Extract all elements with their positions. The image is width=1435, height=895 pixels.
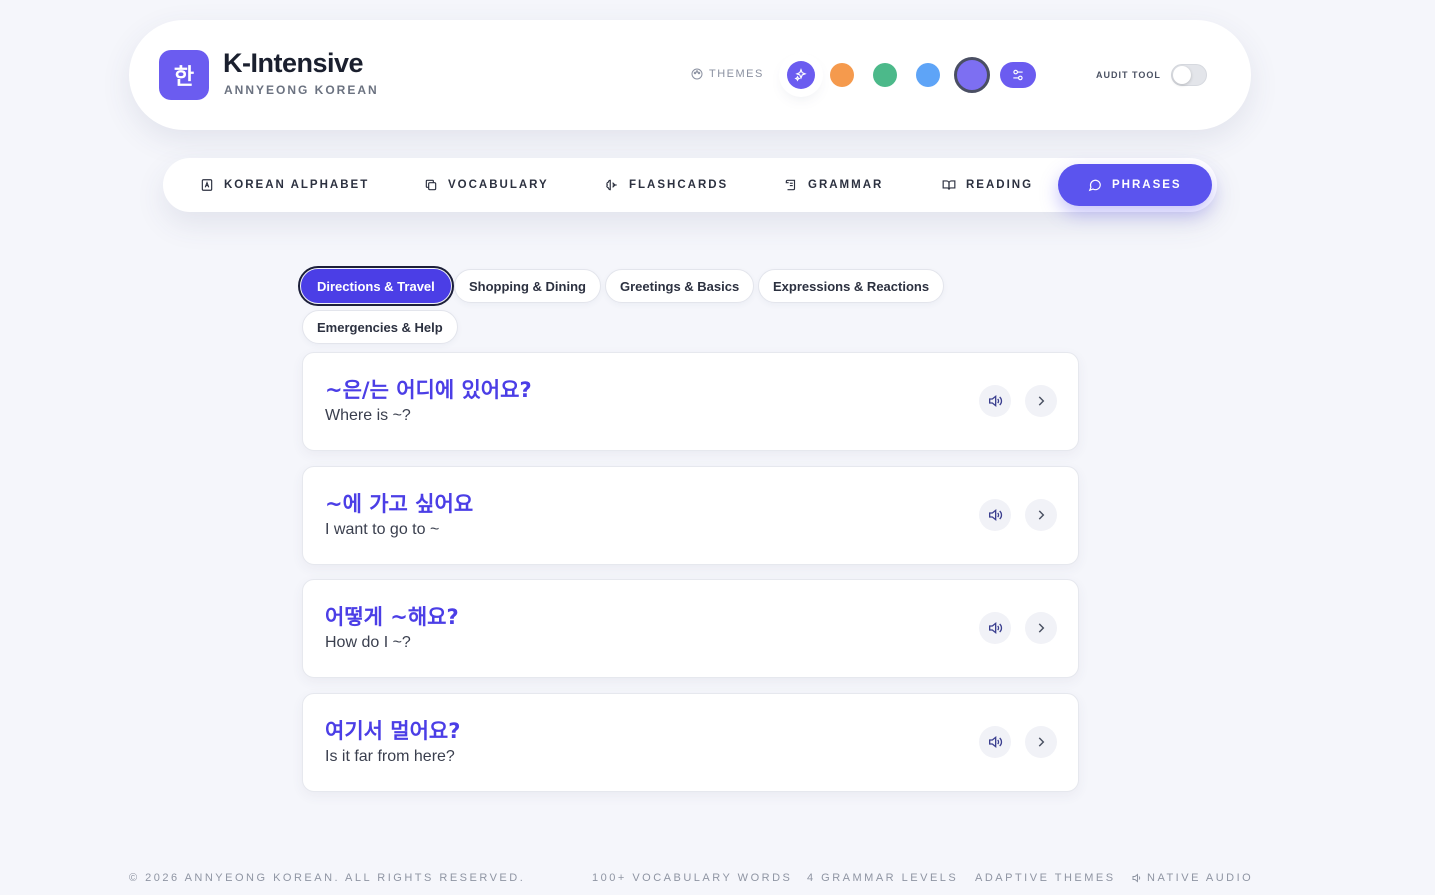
speaker-icon [989,394,1003,408]
category-directions-travel[interactable]: Directions & Travel [298,266,454,306]
themes-label-text: THEMES [709,68,764,80]
scroll-icon [785,179,796,191]
theme-swatch-blue[interactable] [916,63,940,87]
phrase-card[interactable]: ~에 가고 싶어요 I want to go to ~ [302,466,1079,565]
open-phrase-button[interactable] [1025,499,1057,531]
theme-swatch-violet[interactable] [954,57,990,93]
footer-stat-grammar: 4 GRAMMAR LEVELS [807,872,959,884]
sparkle-icon [794,68,807,82]
nav-label: FLASHCARDS [629,179,729,191]
book-open-icon [942,180,956,190]
speaker-icon [989,508,1003,522]
nav-reading[interactable]: READING [942,158,1033,212]
footer-stat-audio: NATIVE AUDIO [1131,872,1253,884]
open-phrase-button[interactable] [1025,612,1057,644]
theme-swatch-indigo[interactable] [787,61,815,89]
footer-stat-audio-text: NATIVE AUDIO [1147,872,1254,884]
phrase-korean: 여기서 멀어요? [325,719,461,743]
phrase-korean: 어떻게 ~해요? [325,605,459,629]
nav-label: KOREAN ALPHABET [224,179,370,191]
footer-copyright: © 2026 ANNYEONG KOREAN. ALL RIGHTS RESER… [129,872,526,884]
speaker-icon [1132,873,1141,883]
phrase-card[interactable]: 여기서 멀어요? Is it far from here? [302,693,1079,792]
theme-swatch-orange[interactable] [830,63,854,87]
phrase-korean: ~에 가고 싶어요 [325,492,474,516]
category-greetings-basics[interactable]: Greetings & Basics [605,269,755,303]
footer-stat-vocabulary: 100+ VOCABULARY WORDS [592,872,793,884]
logo-badge: 한 [159,50,209,100]
nav-label: VOCABULARY [448,179,549,191]
nav-label: PHRASES [1112,179,1182,191]
brain-icon [606,179,617,191]
sliders-icon [1013,69,1023,81]
theme-swatch-green[interactable] [873,63,897,87]
phrase-card[interactable]: 어떻게 ~해요? How do I ~? [302,579,1079,678]
speaker-icon [989,621,1003,635]
category-shopping-dining[interactable]: Shopping & Dining [454,269,601,303]
copy-icon [425,179,437,191]
category-expressions-reactions[interactable]: Expressions & Reactions [758,269,945,303]
category-emergencies-help[interactable]: Emergencies & Help [302,310,458,344]
nav-grammar[interactable]: GRAMMAR [784,158,883,212]
phrase-english: I want to go to ~ [325,521,440,538]
chevron-right-icon [1038,396,1045,406]
phrase-english: How do I ~? [325,634,411,651]
nav-phrases[interactable]: PHRASES [1058,164,1212,206]
phrase-english: Is it far from here? [325,748,455,765]
chevron-right-icon [1038,623,1045,633]
chevron-right-icon [1038,510,1045,520]
themes-label: THEMES [691,68,764,80]
alphabet-icon [201,179,213,191]
palette-icon [691,68,703,80]
nav-label: GRAMMAR [808,179,884,191]
audit-tool: AUDIT TOOL [1081,56,1221,94]
brand-title: K-Intensive [223,48,364,78]
open-phrase-button[interactable] [1025,385,1057,417]
toggle-knob [1173,66,1191,84]
footer-stat-themes: ADAPTIVE THEMES [975,872,1116,884]
play-audio-button[interactable] [979,385,1011,417]
audit-tool-toggle[interactable] [1171,64,1207,86]
play-audio-button[interactable] [979,499,1011,531]
chevron-right-icon [1038,737,1045,747]
open-phrase-button[interactable] [1025,726,1057,758]
play-audio-button[interactable] [979,726,1011,758]
play-audio-button[interactable] [979,612,1011,644]
app-header: 한 K-Intensive ANNYEONG KOREAN THEMES AUD… [129,20,1251,130]
phrase-english: Where is ~? [325,407,411,424]
phrase-korean: ~은/는 어디에 있어요? [325,378,532,402]
nav-flashcards[interactable]: FLASHCARDS [605,158,728,212]
phrase-card[interactable]: ~은/는 어디에 있어요? Where is ~? [302,352,1079,451]
audit-tool-label: AUDIT TOOL [1096,70,1161,80]
speaker-icon [989,735,1003,749]
nav-vocabulary[interactable]: VOCABULARY [424,158,549,212]
brand-subtitle: ANNYEONG KOREAN [224,83,379,97]
logo-glyph: 한 [173,65,195,90]
message-circle-icon [1088,179,1101,192]
custom-theme-button[interactable] [1000,62,1036,88]
nav-korean-alphabet[interactable]: KOREAN ALPHABET [200,158,369,212]
main-nav: KOREAN ALPHABET VOCABULARY FLASHCARDS GR… [163,158,1217,212]
nav-label: READING [966,179,1034,191]
